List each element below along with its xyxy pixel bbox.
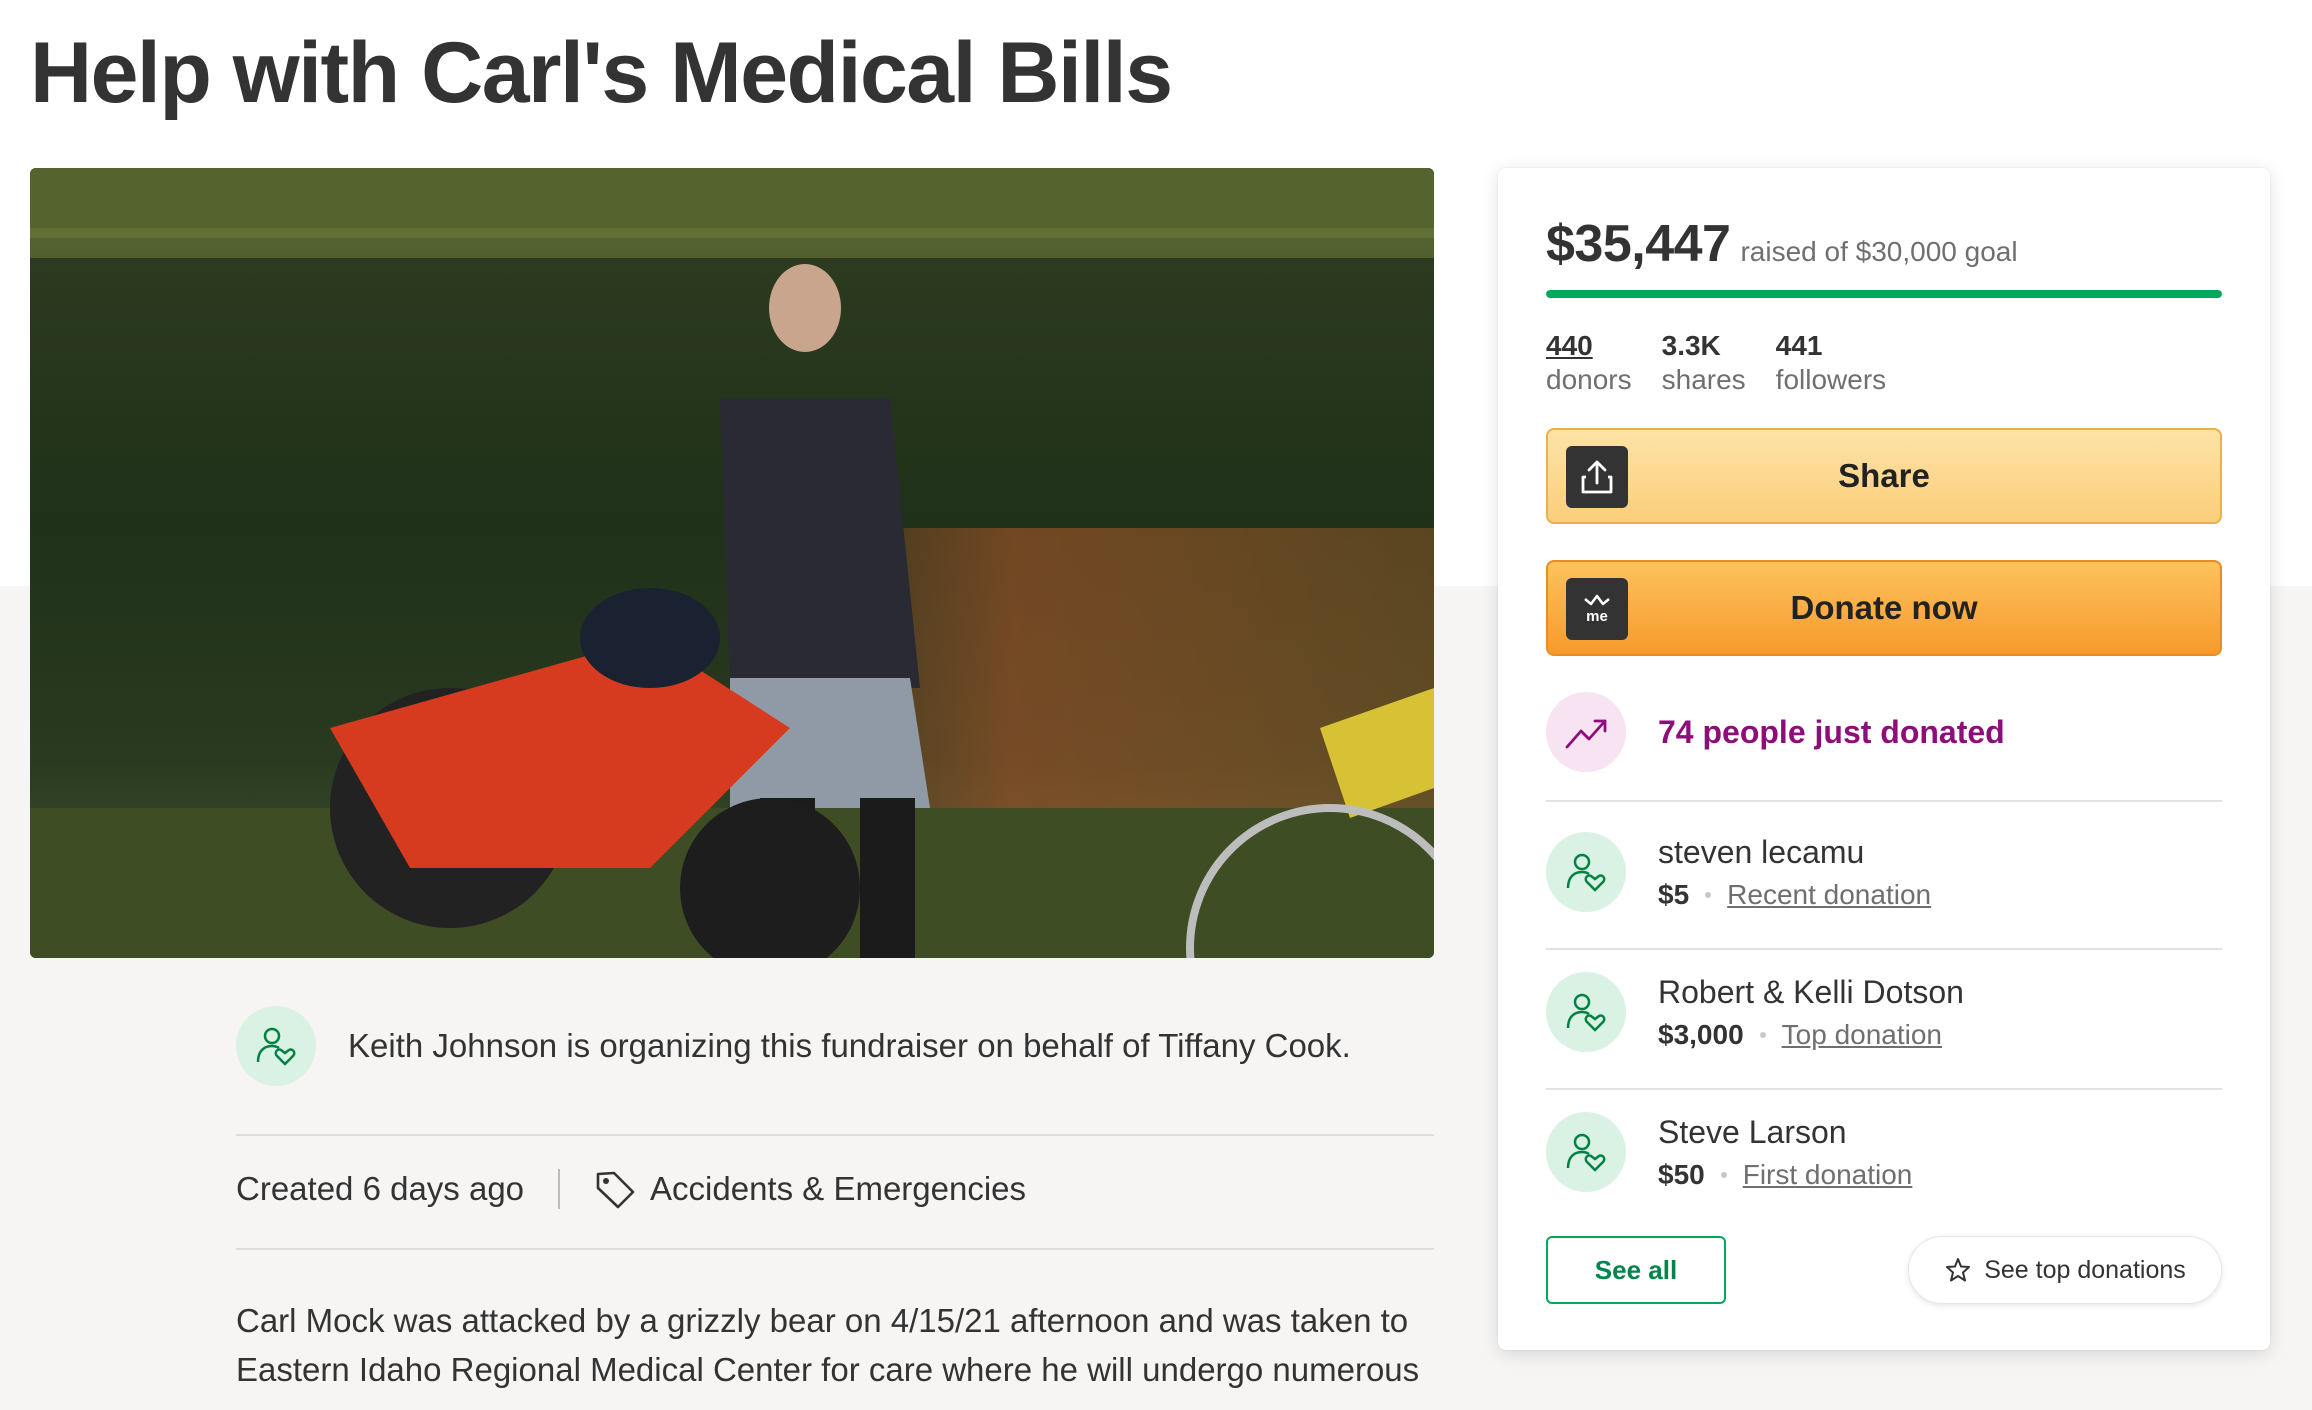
trending-text: 74 people just donated	[1658, 713, 2005, 750]
stat-label: shares	[1661, 364, 1746, 395]
stat-followers: 441 followers	[1776, 330, 1886, 396]
trending-donations: 74 people just donated	[1546, 692, 2005, 772]
separator-dot	[1720, 1171, 1727, 1178]
divider	[1546, 948, 2222, 950]
donation-tag-link[interactable]: Top donation	[1782, 1019, 1942, 1051]
category-link[interactable]: Accidents & Emergencies	[650, 1170, 1026, 1208]
share-button[interactable]: Share	[1546, 428, 2222, 524]
donate-now-button[interactable]: me Donate now	[1546, 560, 2222, 656]
trending-up-icon	[1546, 692, 1626, 772]
campaign-meta: Created 6 days ago Accidents & Emergenci…	[236, 1168, 1026, 1210]
share-button-label: Share	[1838, 457, 1930, 494]
donor-avatar-icon	[1546, 832, 1626, 912]
donation-sidebar: $35,447 raised of $30,000 goal 440 donor…	[1498, 168, 2270, 1350]
stat-label: donors	[1546, 364, 1632, 395]
progress-bar-fill	[1546, 290, 2222, 298]
goal-text: raised of $30,000 goal	[1740, 236, 2018, 267]
divider	[1546, 800, 2222, 802]
share-upload-icon	[1566, 446, 1628, 508]
donor-name: Steve Larson	[1658, 1113, 1847, 1150]
campaign-story: Carl Mock was attacked by a grizzly bear…	[236, 1296, 1436, 1394]
story-line: Carl Mock was attacked by a grizzly bear…	[236, 1302, 1409, 1339]
separator-dot	[1759, 1031, 1766, 1038]
campaign-stats: 440 donors 3.3K shares 441 followers	[1546, 330, 1886, 396]
tag-icon	[594, 1168, 636, 1210]
stat-label: followers	[1775, 364, 1887, 395]
donor-avatar-icon	[1546, 1112, 1626, 1192]
progress-bar	[1546, 290, 2222, 298]
see-top-donations-button[interactable]: See top donations	[1908, 1236, 2222, 1304]
person-heart-icon	[256, 1027, 296, 1066]
donor-name: Robert & Kelli Dotson	[1658, 973, 1964, 1010]
stat-value: 441	[1775, 330, 1823, 361]
star-icon	[1946, 1258, 1971, 1282]
hero-photo	[30, 168, 1434, 958]
divider	[1546, 1088, 2222, 1090]
raised-summary: $35,447 raised of $30,000 goal	[1546, 214, 2018, 274]
donation-tag-link[interactable]: Recent donation	[1727, 879, 1931, 911]
gofundme-logo-icon: me	[1566, 578, 1628, 640]
see-all-button[interactable]: See all	[1546, 1236, 1726, 1304]
donation-tag-link[interactable]: First donation	[1743, 1159, 1913, 1191]
donor-name: steven lecamu	[1658, 833, 1865, 870]
campaign-hero-image[interactable]	[30, 168, 1434, 958]
meta-separator	[558, 1169, 561, 1209]
donate-button-label: Donate now	[1790, 589, 1978, 626]
donation-item: Robert & Kelli Dotson $3,000 Top donatio…	[1546, 972, 1964, 1052]
organizer-avatar	[236, 1006, 316, 1086]
raised-amount: $35,447	[1546, 215, 1731, 273]
stat-value: 3.3K	[1661, 330, 1721, 361]
donation-item: Steve Larson $50 First donation	[1546, 1112, 1912, 1192]
stat-shares: 3.3K shares	[1662, 330, 1746, 396]
organizer-text: Keith Johnson is organizing this fundrai…	[348, 1027, 1351, 1064]
see-top-donations-label: See top donations	[1984, 1255, 2186, 1284]
divider	[236, 1134, 1434, 1136]
separator-dot	[1705, 891, 1712, 898]
divider	[236, 1248, 1434, 1250]
page-title: Help with Carl's Medical Bills	[30, 25, 1173, 121]
donation-amount: $5	[1658, 878, 1690, 910]
donation-amount: $50	[1658, 1158, 1705, 1190]
stat-value[interactable]: 440	[1546, 330, 1632, 362]
story-line: Eastern Idaho Regional Medical Center fo…	[236, 1351, 1420, 1388]
donation-item: steven lecamu $5 Recent donation	[1546, 832, 1931, 912]
organizer-info: Keith Johnson is organizing this fundrai…	[236, 1006, 1351, 1086]
stat-donors[interactable]: 440 donors	[1546, 330, 1632, 396]
donation-amount: $3,000	[1658, 1018, 1744, 1050]
donor-avatar-icon	[1546, 972, 1626, 1052]
created-date: Created 6 days ago	[236, 1170, 525, 1207]
svg-text:me: me	[1586, 608, 1608, 625]
